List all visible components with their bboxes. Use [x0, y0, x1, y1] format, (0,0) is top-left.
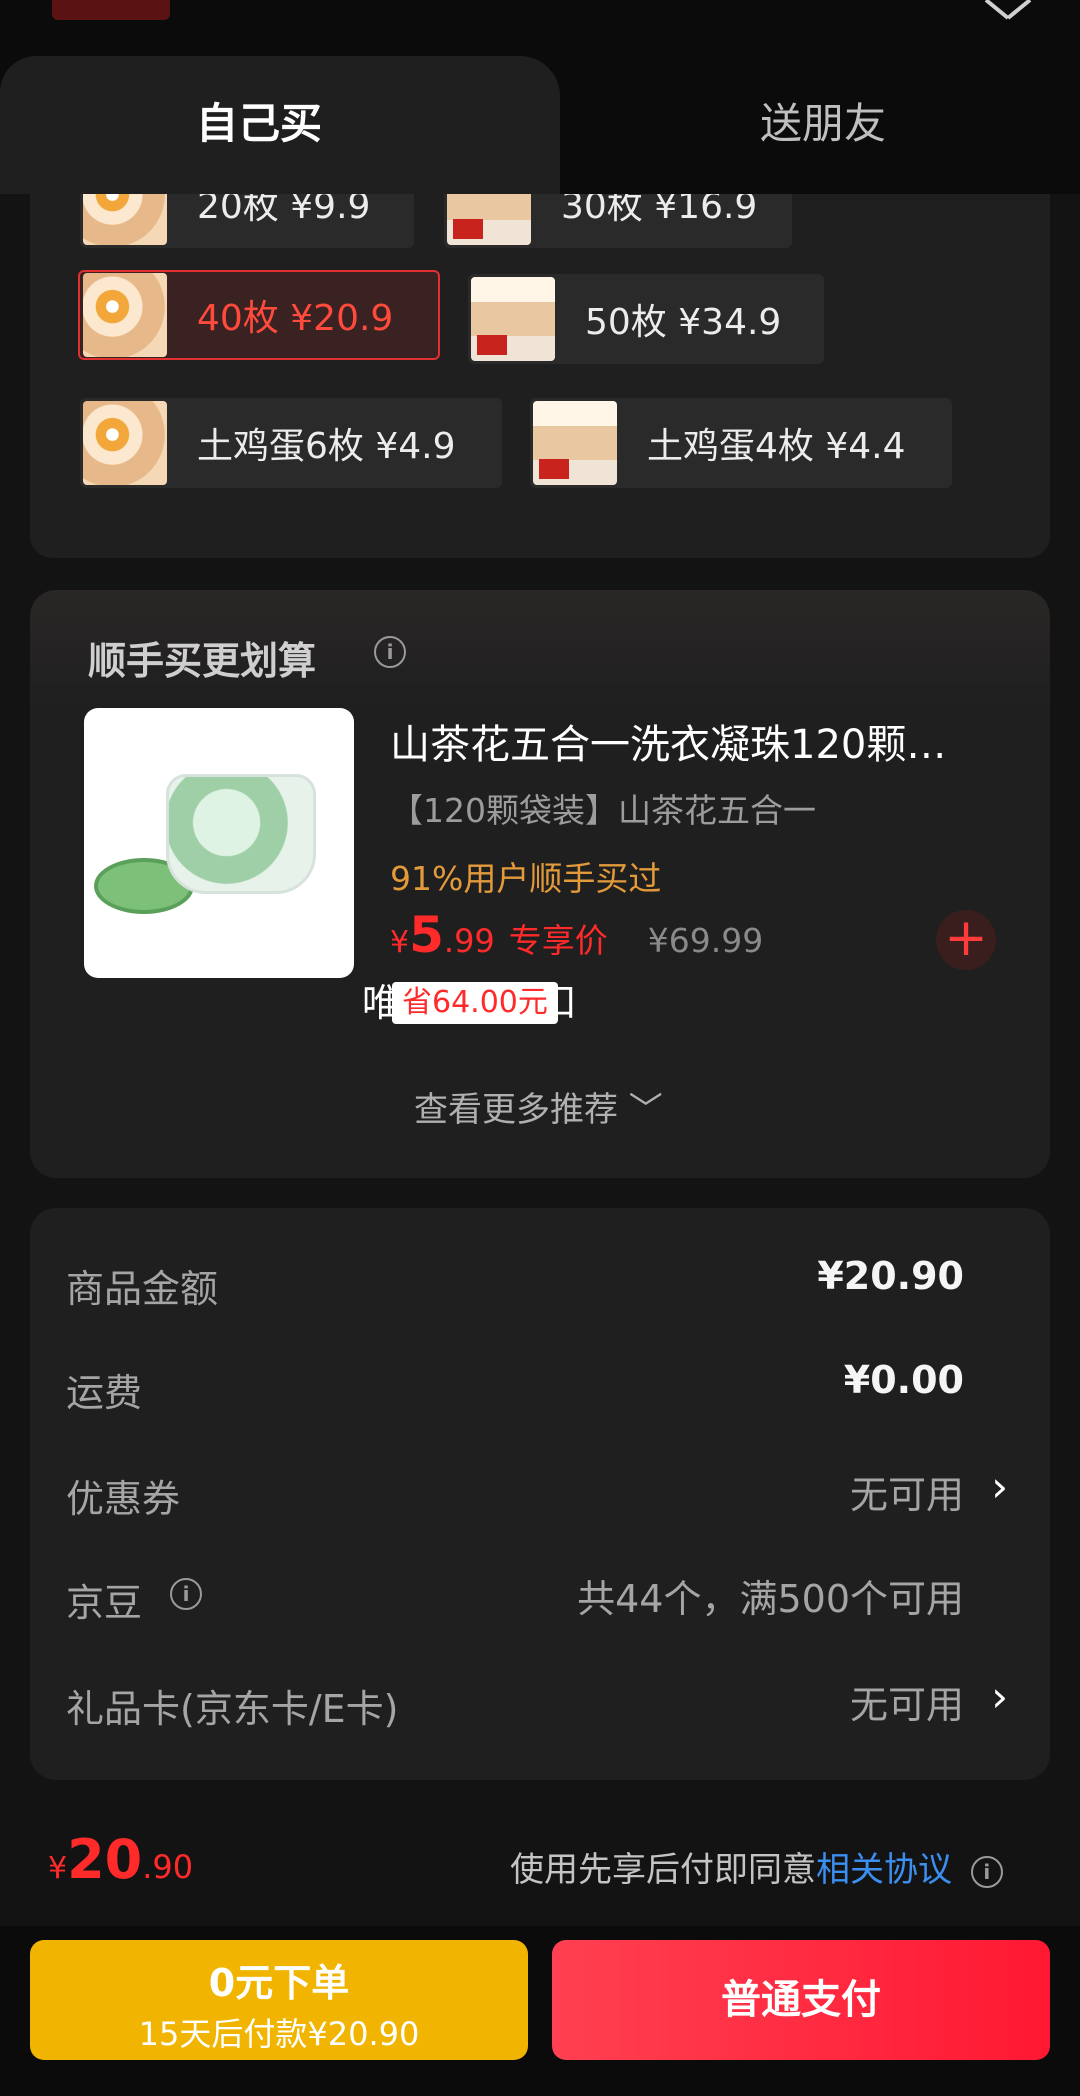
product-image[interactable] — [84, 708, 354, 978]
egg-box-thumbnail — [533, 401, 617, 485]
add-to-order-button[interactable]: + — [936, 910, 996, 970]
coupon-label: 优惠券 — [66, 1477, 181, 1521]
option-label: 30枚 ¥16.9 — [561, 194, 758, 227]
close-icon[interactable] — [980, 0, 1040, 26]
total-integer: 20 — [67, 1828, 143, 1891]
shipping-value: ¥0.00 — [843, 1358, 964, 1402]
product-title[interactable]: 山茶花五合一洗衣凝珠120颗… — [390, 712, 990, 770]
container-tub-shape — [166, 774, 316, 894]
goods-amount-label: 商品金额 — [66, 1267, 219, 1311]
egg-thumbnail — [83, 194, 167, 245]
gift-card-label: 礼品卡(京东卡/E卡) — [66, 1687, 399, 1731]
tab-buy-for-self[interactable]: 自己买 — [196, 90, 322, 151]
bundle-recommend-card: 顺手买更划算 i 山茶花五合一洗衣凝珠120颗… 【120颗袋装】山茶花五合一 … — [30, 590, 1050, 1178]
exclusive-price-tag: 专享价 — [508, 921, 608, 960]
pay-later-title: 0元下单 — [208, 1961, 350, 2005]
option-label: 40枚 ¥20.9 — [197, 298, 394, 339]
total-bar: ¥20.90 使用先享后付即同意相关协议 i — [0, 1798, 1080, 1926]
bundle-title: 顺手买更划算 — [88, 639, 317, 683]
action-buttons: 0元下单 15天后付款¥20.90 普通支付 — [0, 1926, 1080, 2096]
price-decimal: .99 — [443, 922, 495, 960]
spec-options-card: 20枚 ¥9.9 30枚 ¥16.9 40枚 ¥20.9 50枚 ¥34.9 土… — [30, 194, 1050, 558]
option-label: 50枚 ¥34.9 — [585, 302, 782, 343]
price-integer: 5 — [409, 906, 444, 964]
agreement-link[interactable]: 相关协议 — [816, 1850, 952, 1890]
jingdou-row: 京豆 i 共44个，满500个可用 — [30, 1558, 1050, 1638]
tab-send-to-friend[interactable]: 送朋友 — [760, 90, 886, 151]
egg-thumbnail — [83, 401, 167, 485]
checkout-page: 自己买 送朋友 20枚 ¥9.9 30枚 ¥16.9 40枚 ¥20.9 50枚… — [0, 0, 1080, 2096]
top-banner-fragment — [52, 0, 170, 20]
egg-box-thumbnail — [447, 194, 531, 245]
info-icon[interactable]: i — [970, 1855, 1003, 1888]
original-price: ¥69.99 — [647, 921, 764, 960]
savings-badge: 省64.00元 — [392, 982, 558, 1024]
coupon-value: 无可用 — [849, 1473, 964, 1517]
egg-thumbnail — [83, 273, 167, 357]
product-variant: 【120颗袋装】山茶花五合一 — [390, 791, 816, 830]
option-label: 20枚 ¥9.9 — [197, 194, 371, 227]
chevron-right-icon: › — [991, 1462, 1008, 1511]
pay-later-button[interactable]: 0元下单 15天后付款¥20.90 — [30, 1940, 528, 2060]
goods-amount-row: 商品金额 ¥20.90 — [30, 1244, 1050, 1324]
option-50[interactable]: 50枚 ¥34.9 — [468, 274, 824, 364]
goods-amount-value: ¥20.90 — [817, 1254, 964, 1298]
info-icon[interactable]: i — [374, 636, 406, 668]
option-free-range-4[interactable]: 土鸡蛋4枚 ¥4.4 — [530, 398, 952, 488]
shipping-row: 运费 ¥0.00 — [30, 1348, 1050, 1428]
chevron-right-icon: › — [991, 1672, 1008, 1721]
shipping-label: 运费 — [66, 1371, 143, 1415]
option-20[interactable]: 20枚 ¥9.9 — [80, 194, 414, 248]
purchase-stat: 91%用户顺手买过 — [390, 859, 662, 898]
option-free-range-6[interactable]: 土鸡蛋6枚 ¥4.9 — [80, 398, 502, 488]
info-icon[interactable]: i — [170, 1578, 202, 1610]
agreement-text: 使用先享后付即同意相关协议 i — [510, 1842, 1003, 1891]
egg-box-thumbnail — [471, 277, 555, 361]
coupon-row[interactable]: 优惠券 无可用 › — [30, 1454, 1050, 1534]
product-price: ¥ 5 .99 专享价 ¥69.99 — [390, 906, 763, 964]
pay-later-subtitle: 15天后付款¥20.90 — [138, 2015, 420, 2053]
order-summary-card: 商品金额 ¥20.90 运费 ¥0.00 优惠券 无可用 › 京豆 i 共44个… — [30, 1208, 1050, 1780]
jingdou-value: 共44个，满500个可用 — [577, 1577, 964, 1621]
option-label: 土鸡蛋6枚 ¥4.9 — [197, 426, 456, 467]
see-more-recommendations[interactable]: 查看更多推荐 ﹀ — [414, 1082, 663, 1131]
jingdou-label: 京豆 — [66, 1581, 143, 1625]
total-currency: ¥ — [48, 1851, 68, 1886]
option-30[interactable]: 30枚 ¥16.9 — [444, 194, 792, 248]
price-currency: ¥ — [390, 925, 410, 960]
option-40-selected[interactable]: 40枚 ¥20.9 — [78, 270, 440, 360]
gift-card-row[interactable]: 礼品卡(京东卡/E卡) 无可用 › — [30, 1664, 1050, 1744]
total-decimal: .90 — [142, 1848, 194, 1886]
total-price: ¥20.90 — [48, 1828, 193, 1891]
gift-card-value: 无可用 — [849, 1683, 964, 1727]
option-label: 土鸡蛋4枚 ¥4.4 — [647, 426, 906, 467]
agreement-prefix: 使用先享后付即同意 — [510, 1850, 816, 1890]
normal-pay-button[interactable]: 普通支付 — [552, 1940, 1050, 2060]
